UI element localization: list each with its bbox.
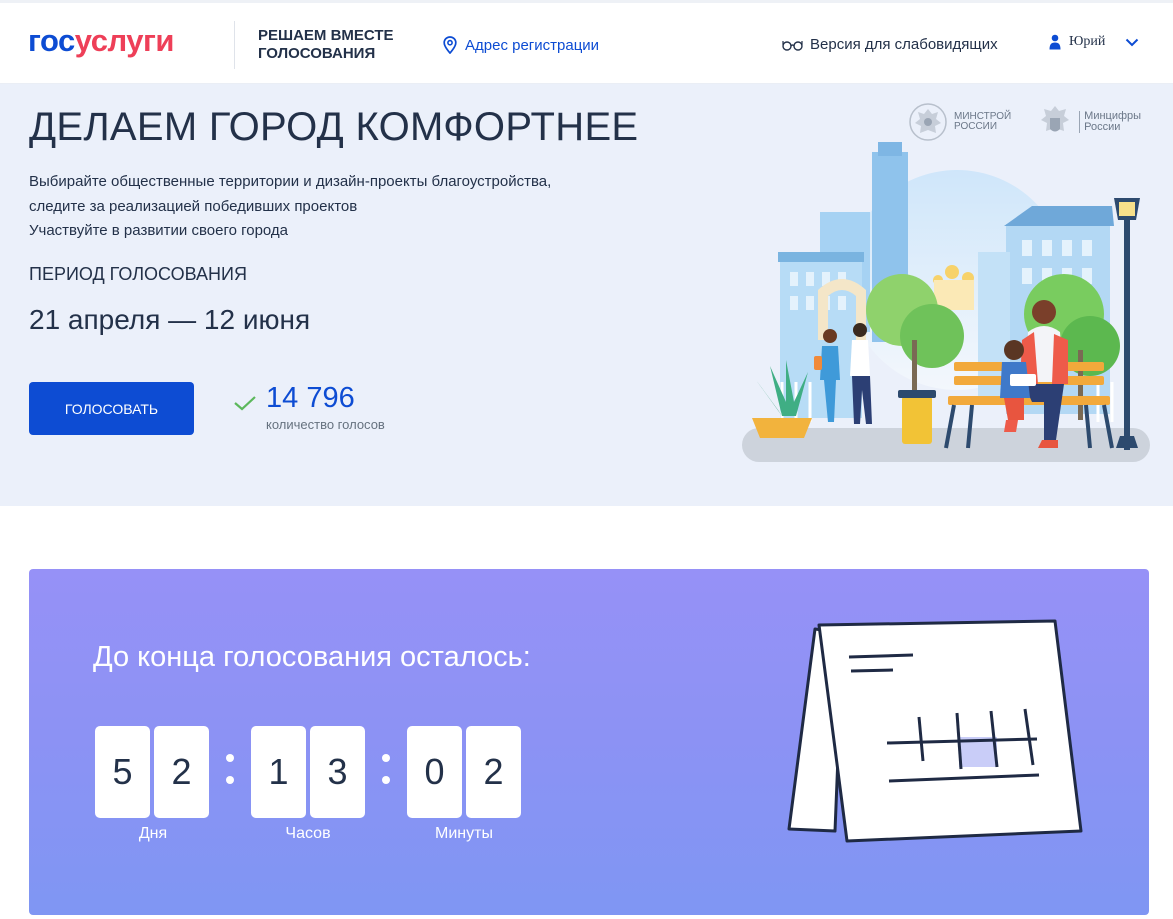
partner-minstroy: Минстрой России (908, 102, 1011, 142)
hours-digit: 3 (310, 726, 365, 818)
minutes-digit: 2 (466, 726, 521, 818)
partner-mintsifry: Минцифры России (1037, 102, 1141, 142)
partner-name: Минстрой России (954, 112, 1011, 132)
partner-name-line: России (954, 121, 998, 132)
user-name: Юрий (1069, 34, 1106, 49)
partner-name-line: России (1084, 121, 1121, 133)
low-vision-version-label: Версия для слабовидящих (810, 36, 998, 53)
partner-logos: Минстрой России Минцифры России (908, 102, 1141, 142)
hero-description-line: следите за реализацией победивших проект… (29, 197, 358, 215)
low-vision-version-link[interactable]: Версия для слабовидящих (782, 36, 998, 53)
user-menu[interactable]: Юрий (1049, 34, 1139, 50)
days-label: Дня (138, 825, 168, 842)
vote-button[interactable]: Голосовать (29, 382, 194, 435)
countdown-separator (380, 746, 390, 796)
chevron-down-icon (1126, 38, 1139, 46)
partner-name: Минцифры России (1079, 111, 1141, 133)
project-title[interactable]: Решаем вместе голосования (258, 27, 394, 63)
glasses-icon (782, 40, 803, 51)
hero-description-line: Участвуйте в развитии своего города (29, 222, 289, 239)
hours-digit: 1 (251, 726, 306, 818)
hero-description: Выбирайте общественные территории и диза… (29, 170, 551, 244)
project-title-line2: голосования (258, 45, 376, 62)
logo-part-gos: гос (28, 23, 75, 58)
address-registration-label: Адрес регистрации (465, 36, 600, 54)
countdown-separator (224, 746, 234, 796)
user-icon (1049, 34, 1061, 50)
days-digit: 5 (95, 726, 150, 818)
address-registration-link[interactable]: Адрес регистрации (443, 36, 599, 54)
minutes-label: Минуты (435, 825, 493, 842)
coat-of-arms-icon (909, 103, 947, 141)
city-park-illustration (742, 142, 1150, 462)
days-digit: 2 (154, 726, 209, 818)
minutes-digit: 0 (407, 726, 462, 818)
project-title-line1: Решаем вместе (258, 27, 394, 44)
site-header: госуслуги Решаем вместе голосования Адре… (0, 0, 1173, 84)
voting-period-value: 21 апреля — 12 июня (29, 304, 311, 335)
hero-description-line: Выбирайте общественные территории и диза… (29, 173, 552, 190)
header-divider (234, 21, 235, 69)
map-pin-icon (443, 36, 457, 54)
voting-period-label: Период голосования (29, 264, 247, 284)
check-icon (234, 396, 256, 411)
voting-countdown: До конца голосования осталось: 5 2 1 3 0… (29, 569, 1149, 915)
hours-label: Часов (285, 825, 331, 842)
hero-title: ДЕЛАЕМ ГОРОД КОМФОРТНЕЕ (29, 105, 639, 149)
hero-section: ДЕЛАЕМ ГОРОД КОМФОРТНЕЕ Выбирайте общест… (0, 84, 1173, 506)
votes-count-label: количество голосов (266, 417, 385, 432)
logo-part-uslugi: услуги (74, 23, 175, 58)
calendar-illustration (787, 619, 1083, 843)
coat-of-arms-icon (1041, 106, 1070, 132)
gosuslugi-logo[interactable]: госуслуги (28, 23, 174, 59)
countdown-title: До конца голосования осталось: (93, 641, 531, 673)
votes-count: 14 796 (266, 382, 355, 414)
